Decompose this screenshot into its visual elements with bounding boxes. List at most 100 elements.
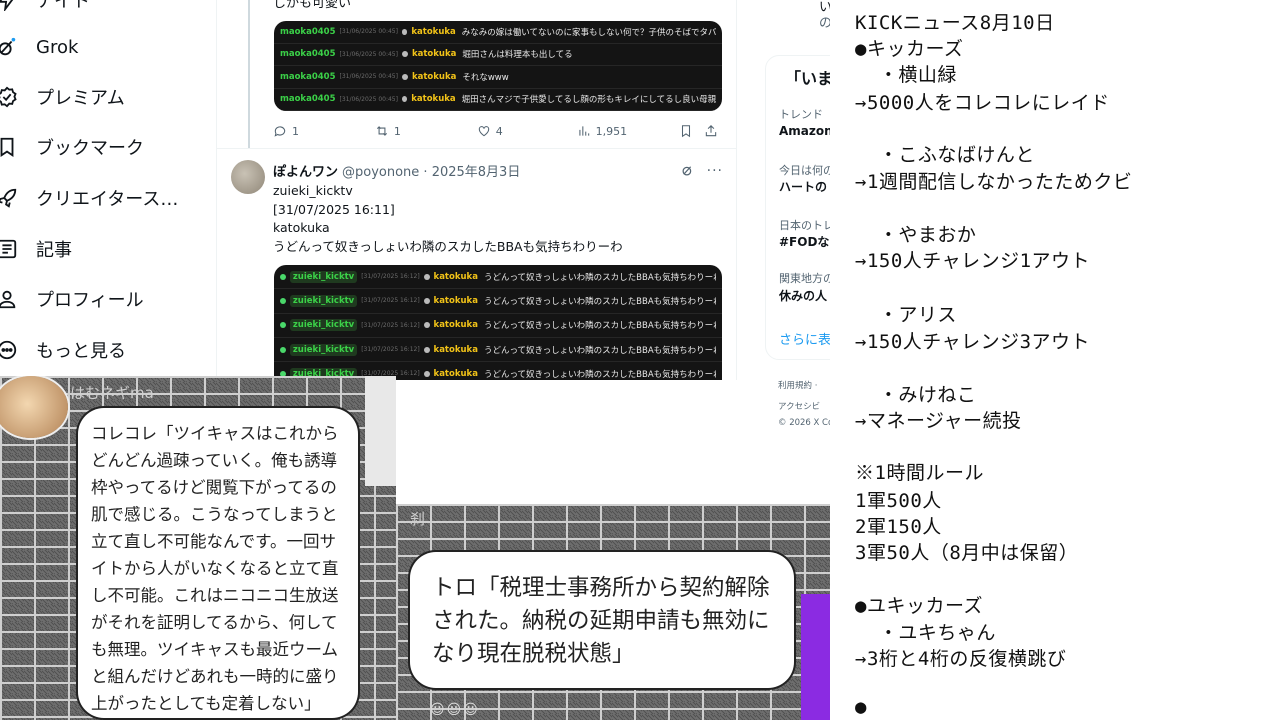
nav-item-more[interactable]: もっと見る: [0, 332, 126, 368]
news-line: ・みけねこ: [855, 384, 977, 406]
news-line: →150人チャレンジ3アウト: [855, 331, 1091, 353]
trend-meta: 関東地方の: [779, 272, 830, 285]
post-header: ぽよんワン @poyonone · 2025年8月3日 ···: [273, 161, 723, 181]
commenter-name: 刹: [410, 510, 426, 528]
nav-item-grok[interactable]: Grok: [0, 29, 78, 65]
nav-item-label: 記事: [36, 240, 72, 261]
chat-avatar-dot: [401, 96, 408, 103]
news-line: →マネージャー続投: [855, 410, 1022, 432]
chat-avatar-dot: [280, 322, 286, 329]
trend-item[interactable]: 休みの人: [779, 287, 827, 304]
repost-count: 1: [393, 124, 401, 138]
post-divider: [217, 148, 736, 149]
nav-item-bookmarks[interactable]: ブックマーク: [0, 129, 144, 165]
speech-bubble-text: トロ「税理士事務所から契約解除された。納税の延期申請も無効になり現在脱税状態」: [432, 575, 770, 667]
copyright-text: © 2026 X Co: [778, 418, 830, 428]
more-options-icon[interactable]: ···: [707, 163, 723, 179]
nav-item-0[interactable]: ナイト: [0, 0, 90, 18]
news-line: 2軍150人: [855, 516, 942, 538]
chat-name: katokuka: [411, 71, 457, 82]
post-body-line: katokuka: [273, 220, 330, 235]
views-chart-icon: [579, 126, 589, 136]
footer-link[interactable]: 利用規約 ·: [778, 379, 817, 391]
footer-link[interactable]: アクセシビ: [778, 400, 820, 412]
heart-icon: [478, 126, 489, 137]
bookmark-icon: [681, 125, 690, 138]
nav-item-premium[interactable]: プレミアム: [0, 79, 125, 115]
news-line: 1軍500人: [855, 490, 942, 512]
chat-avatar-dot: [280, 297, 286, 304]
purple-edge: [801, 594, 830, 720]
chat-message: うどんって奴きっしょいわ隣のスカしたBBAも気持ちわりーわ: [483, 345, 716, 356]
nav-item-label: Grok: [36, 36, 79, 58]
chat-message: うどんって奴きっしょいわ隣のスカしたBBAも気持ちわりーわ: [483, 369, 716, 380]
grok-icon[interactable]: [680, 163, 695, 178]
speech-bubble: コレコレ「ツイキャスはこれからどんどん過疎っていく。俺も誘導枠やってるけど閲覧下…: [78, 408, 358, 718]
display-name[interactable]: ぽよんワン: [273, 161, 338, 180]
share-button[interactable]: [704, 124, 723, 138]
chat-row: maoka0405 [31/06/2025 00:45] katokuka それなww…: [274, 66, 722, 89]
like-count: 4: [495, 124, 503, 138]
person-icon: [0, 288, 18, 310]
trend-item[interactable]: #FODな: [779, 233, 829, 250]
chat-user: zuieki_kicktv: [289, 294, 358, 307]
chat-row: zuieki_kicktv [31/07/2025 16:12] katokuka う…: [274, 338, 722, 363]
stream-screenshot-1: はむネギma コレコレ「ツイキャスはこれからどんどん過疎っていく。俺も誘導枠やっ…: [0, 376, 396, 720]
like-button[interactable]: 4: [477, 124, 577, 138]
nav-item-label: ブックマーク: [36, 138, 144, 159]
reply-icon: [274, 126, 286, 137]
chat-name: katokuka: [433, 320, 478, 331]
grok-icon: [0, 36, 18, 58]
news-line: →3桁と4桁の反復横跳び: [855, 648, 1067, 670]
chat-timestamp: [31/06/2025 00:45]: [339, 73, 398, 81]
chat-message: それなwww: [462, 72, 509, 83]
avatar[interactable]: [231, 160, 265, 194]
chat-name: katokuka: [411, 49, 457, 60]
post-body: zuieki_kicktv [31/07/2025 16:11] katokuka う…: [273, 182, 623, 256]
trends-panel: [765, 55, 830, 360]
chat-message: うどんって奴きっしょいわ隣のスカしたBBAも気持ちわりーわ: [483, 272, 716, 283]
bookmark-icon: [0, 136, 18, 158]
news-line: 3軍50人（8月中は保留）: [855, 542, 1079, 564]
share-icon: [705, 125, 717, 137]
news-line: →5000人をコレコレにレイド: [855, 92, 1110, 114]
post-text: しかも可愛い: [273, 0, 352, 11]
sign-fragment: [365, 376, 396, 486]
nav-item-articles[interactable]: 記事: [0, 231, 72, 267]
trend-item[interactable]: ハートの: [779, 178, 827, 195]
post-image-chat-log[interactable]: maoka0405 [31/06/2025 00:45] katokuka みなみの嫁…: [274, 21, 722, 111]
nav-item-label: ナイト: [36, 0, 90, 12]
chat-user: zuieki_kicktv: [289, 319, 358, 332]
bookmark-button[interactable]: [679, 124, 704, 138]
chat-name: katokuka: [433, 295, 478, 306]
repost-button[interactable]: 1: [375, 124, 477, 138]
repost-icon: [376, 126, 387, 136]
news-line: →1週間配信しなかったためクビ: [855, 171, 1133, 193]
nav-item-label: プレミアム: [36, 88, 125, 109]
article-icon: [0, 238, 18, 260]
chat-user: maoka0405: [280, 71, 336, 82]
handle-and-date[interactable]: @poyonone · 2025年8月3日: [342, 161, 520, 180]
nav-item-profile[interactable]: プロフィール: [0, 281, 144, 317]
chat-row: maoka0405 [31/06/2025 00:45] katokuka 堀田さんマ…: [274, 89, 722, 111]
news-line: ・ユキちゃん: [855, 622, 996, 644]
news-line: ・横山緑: [855, 64, 957, 86]
reply-button[interactable]: 1: [273, 124, 375, 138]
nav-item-creator-studio[interactable]: クリエイタース…: [0, 180, 178, 216]
chat-avatar-dot: [280, 273, 286, 280]
hamster-avatar: [0, 376, 68, 438]
trend-item[interactable]: Amazon: [779, 124, 830, 138]
chat-user: zuieki_kicktv: [289, 343, 358, 356]
chat-user: maoka0405: [280, 26, 336, 37]
speech-bubble: トロ「税理士事務所から契約解除された。納税の延期申請も無効になり現在脱税状態」: [410, 552, 794, 688]
chat-name: katokuka: [433, 344, 478, 355]
post-image-chat-log-2[interactable]: zuieki_kicktv [31/07/2025 16:12] katokuka う…: [274, 265, 722, 380]
trend-meta: トレンド: [779, 108, 823, 121]
trend-meta: 今日は何の: [779, 164, 830, 177]
chat-timestamp: [31/07/2025 16:12]: [361, 297, 420, 305]
views-button[interactable]: 1,951: [577, 124, 679, 138]
show-more-link[interactable]: さらに表: [779, 329, 830, 348]
chat-name: katokuka: [433, 368, 478, 379]
chat-user: zuieki_kicktv: [289, 270, 358, 283]
news-line: ●キッカーズ: [855, 38, 964, 60]
